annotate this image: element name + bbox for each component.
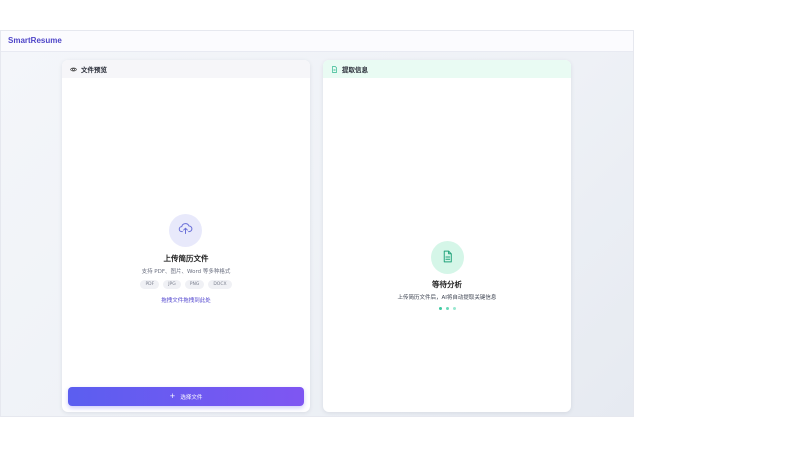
select-file-button[interactable]: + 选择文件 xyxy=(68,387,304,406)
format-badge-png: PNG xyxy=(184,280,205,289)
analysis-status-description: 上传简历文件后，AI将自动提取关键信息 xyxy=(397,295,497,301)
app-window: SmartResume 文件预览 上传简历文件 支持 PDF、图片、Word 等… xyxy=(0,30,634,417)
extract-info-title: 提取信息 xyxy=(342,66,368,74)
upload-description: 支持 PDF、图片、Word 等多种格式 xyxy=(141,269,231,275)
extract-info-panel: 提取信息 等待分析 上传简历文件后，AI将自动提取关键信息 xyxy=(323,60,571,412)
loading-dots xyxy=(323,307,571,310)
drag-drop-hint-link[interactable]: 拖拽文件拖拽到此处 xyxy=(62,296,310,304)
document-text-icon xyxy=(441,248,454,267)
file-preview-title: 文件预览 xyxy=(81,66,107,74)
format-badge-docx: DOCX xyxy=(208,280,232,289)
file-preview-panel: 文件预览 上传简历文件 支持 PDF、图片、Word 等多种格式 PDF JPG… xyxy=(62,60,310,412)
top-bar: SmartResume xyxy=(1,31,633,52)
extract-info-header: 提取信息 xyxy=(323,60,571,78)
select-file-label: 选择文件 xyxy=(180,394,203,401)
analysis-status-title: 等待分析 xyxy=(432,280,462,289)
upload-dropzone-icon-wrap[interactable] xyxy=(169,214,202,247)
document-icon xyxy=(331,65,338,73)
brand-logo[interactable]: SmartResume xyxy=(8,36,62,45)
loading-dot xyxy=(452,307,456,310)
plus-icon: + xyxy=(169,392,176,400)
format-badge-pdf: PDF xyxy=(140,280,160,289)
upload-title: 上传简历文件 xyxy=(163,254,209,263)
file-preview-header: 文件预览 xyxy=(62,60,310,78)
format-badges: PDF JPG PNG DOCX xyxy=(62,280,310,289)
analysis-status-icon-wrap xyxy=(431,241,464,274)
loading-dot xyxy=(438,307,442,310)
format-badge-jpg: JPG xyxy=(163,280,181,289)
cloud-upload-icon xyxy=(178,221,193,240)
eye-icon xyxy=(70,66,77,73)
loading-dot xyxy=(445,307,449,310)
